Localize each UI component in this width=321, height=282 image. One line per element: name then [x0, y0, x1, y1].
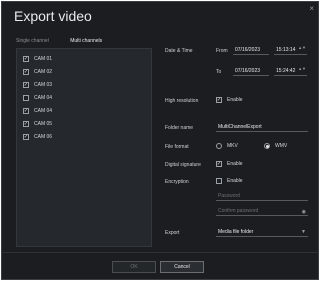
check-icon: ✓	[216, 96, 222, 103]
channel-label: CAM 02	[34, 69, 53, 75]
channel-label: CAM 04	[34, 108, 53, 114]
chevron-down-icon: ▼	[301, 229, 306, 235]
channel-tabs: Single channel Multi channels	[16, 38, 122, 44]
channel-item[interactable]: ✓ CAM 02	[23, 68, 52, 76]
checkbox[interactable]: ✓	[23, 108, 29, 114]
enable-label: Enable	[227, 97, 243, 103]
from-time-field[interactable]: 15:13:14 ▲▼	[274, 46, 307, 55]
encryption-label: Encryption	[165, 179, 189, 185]
format-mkv-label: MKV	[227, 143, 238, 149]
from-time-value: 15:13:14	[276, 47, 296, 53]
high-resolution-label: High resolution	[165, 98, 199, 104]
to-label: To	[216, 69, 222, 75]
channel-item[interactable]: CAM 04	[23, 94, 52, 102]
format-wmv-label: WMV	[275, 143, 288, 149]
tab-multi-channels[interactable]: Multi channels	[70, 38, 102, 44]
export-label: Export	[165, 230, 180, 236]
checkbox[interactable]: ✓	[23, 56, 29, 62]
checkbox[interactable]: ✓	[23, 134, 29, 140]
eye-icon[interactable]: ◉	[302, 208, 306, 216]
channel-list: ✓ CAM 01 ✓ CAM 02 ✓ CAM 03 CAM 04 ✓ CAM …	[16, 48, 152, 247]
checkbox-icon	[216, 178, 222, 184]
to-time-field[interactable]: 15:24:42 ▲▼	[274, 67, 307, 76]
confirm-password-placeholder: Confirm password	[218, 208, 259, 214]
format-mkv-radio[interactable]: MKV	[216, 143, 238, 149]
channel-label: CAM 05	[34, 121, 53, 127]
enable-label: Enable	[227, 161, 243, 167]
from-label: From	[216, 48, 228, 54]
channel-item[interactable]: ✓ CAM 06	[23, 133, 52, 141]
channel-item[interactable]: ✓ CAM 01	[23, 55, 52, 63]
folder-name-label: Folder name	[165, 125, 194, 131]
spinner-icon[interactable]: ▲▼	[298, 67, 306, 71]
enable-label: Enable	[227, 178, 243, 184]
tab-single-channel[interactable]: Single channel	[16, 38, 49, 44]
channel-label: CAM 03	[34, 82, 53, 88]
channel-item[interactable]: ✓ CAM 04	[23, 107, 52, 115]
to-date-field[interactable]: 07/16/2023	[233, 67, 269, 76]
check-icon: ✓	[216, 160, 222, 167]
channel-label: CAM 04	[34, 95, 53, 101]
spinner-icon[interactable]: ▲▼	[298, 46, 306, 50]
close-icon[interactable]: ×	[309, 4, 314, 13]
export-select[interactable]: Media file folder ▼	[216, 228, 308, 237]
cancel-button[interactable]: Cancel	[160, 261, 204, 273]
checkbox[interactable]: ✓	[23, 121, 29, 127]
channel-label: CAM 06	[34, 134, 53, 140]
radio-icon	[216, 143, 222, 149]
to-time-value: 15:24:42	[276, 68, 296, 74]
export-video-dialog: × Export video Single channel Multi chan…	[1, 1, 319, 280]
checkbox[interactable]: ✓	[23, 82, 29, 88]
password-input[interactable]: Password	[216, 192, 308, 201]
channel-label: CAM 01	[34, 56, 53, 62]
radio-icon	[264, 143, 270, 149]
format-wmv-radio[interactable]: WMV	[264, 143, 287, 149]
dialog-title: Export video	[14, 8, 92, 24]
digital-signature-label: Digital signature	[165, 162, 201, 168]
high-resolution-checkbox[interactable]: ✓ Enable	[216, 97, 243, 103]
folder-name-input[interactable]: MultiChannelExport	[216, 123, 308, 132]
encryption-checkbox[interactable]: Enable	[216, 178, 243, 184]
from-date-field[interactable]: 07/16/2023	[233, 46, 269, 55]
export-value: Media file folder	[218, 229, 254, 235]
footer-divider	[2, 252, 318, 253]
confirm-password-input[interactable]: Confirm password ◉	[216, 207, 308, 216]
checkbox[interactable]	[23, 95, 29, 101]
channel-item[interactable]: ✓ CAM 03	[23, 81, 52, 89]
file-format-label: File format	[165, 144, 189, 150]
channel-item[interactable]: ✓ CAM 05	[23, 120, 52, 128]
date-time-label: Date & Time	[165, 48, 193, 54]
digital-signature-checkbox[interactable]: ✓ Enable	[216, 161, 243, 167]
checkbox[interactable]: ✓	[23, 69, 29, 75]
ok-button[interactable]: OK	[112, 261, 156, 273]
